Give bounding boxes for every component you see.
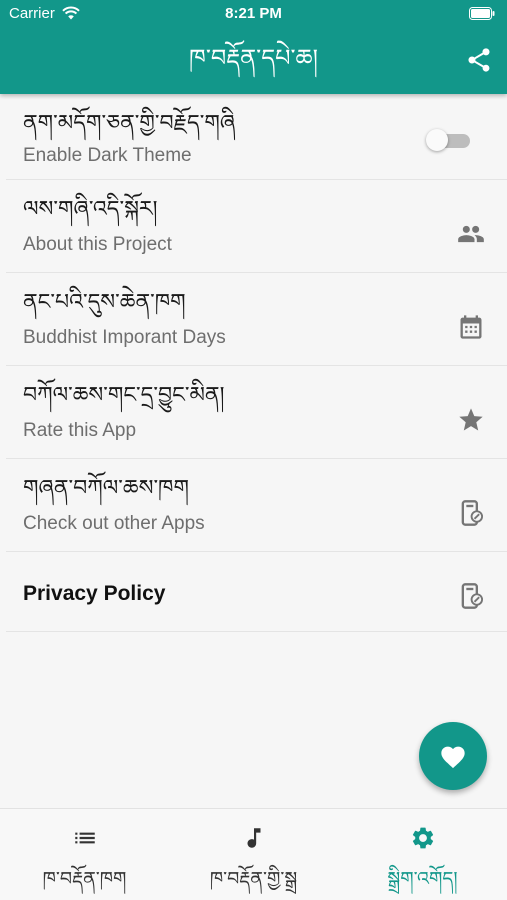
rate-app-row[interactable]: བཀོལ་ཆས་གང་དྲ་བྱུང་མིན། Rate this App <box>6 366 507 459</box>
about-project-row[interactable]: ལས་གཞི་འདི་སྐོར། About this Project <box>6 180 507 273</box>
battery-icon <box>469 7 495 20</box>
status-bar: Carrier 8:21 PM <box>0 0 507 30</box>
nav-tab-list-label: ཁ་བརྡོན་ཁག <box>42 868 127 890</box>
nav-tab-audio-label: ཁ་བརྡོན་གྱི་སྒྲ <box>209 868 298 890</box>
dark-theme-title: ནག་མདོག་ཅན་གྱི་བརྗོད་གཞི <box>23 111 236 136</box>
star-icon <box>459 408 483 431</box>
heart-icon <box>441 746 465 769</box>
buddhist-days-title: ནང་པའི་དུས་ཆེན་ཁག <box>23 290 186 315</box>
nav-tab-settings[interactable]: སྒྲིག་འགོད། <box>338 809 507 900</box>
dark-theme-row[interactable]: ནག་མདོག་ཅན་གྱི་བརྗོད་གཞི Enable Dark The… <box>6 94 507 180</box>
settings-gear-icon <box>412 827 434 849</box>
bottom-navigation: ཁ་བརྡོན་ཁག ཁ་བརྡོན་གྱི་སྒྲ སྒྲིག་འགོད། <box>0 808 507 900</box>
dark-theme-subtitle: Enable Dark Theme <box>23 145 192 166</box>
phone-link-icon <box>461 500 484 526</box>
other-apps-row[interactable]: གཞན་བཀོལ་ཆས་ཁག Check out other Apps <box>6 459 507 552</box>
about-project-subtitle: About this Project <box>23 234 172 255</box>
dark-theme-toggle[interactable] <box>426 129 470 151</box>
other-apps-title: གཞན་བཀོལ་ཆས་ཁག <box>23 476 189 501</box>
settings-list: ནག་མདོག་ཅན་གྱི་བརྗོད་གཞི Enable Dark The… <box>0 94 507 632</box>
favorite-fab-button[interactable] <box>419 722 487 790</box>
nav-tab-list[interactable]: ཁ་བརྡོན་ཁག <box>0 809 169 900</box>
list-icon <box>75 832 95 844</box>
rate-app-subtitle: Rate this App <box>23 420 137 441</box>
page-title: ཁ་བརྡོན་དཔེ་ཆ། <box>189 44 318 72</box>
buddhist-days-subtitle: Buddhist Imporant Days <box>23 327 226 348</box>
other-apps-subtitle: Check out other Apps <box>23 513 205 534</box>
status-time: 8:21 PM <box>225 5 282 22</box>
calendar-icon <box>460 315 482 339</box>
nav-tab-settings-label: སྒྲིག་འགོད། <box>387 868 458 890</box>
people-icon <box>458 225 484 243</box>
rate-app-title: བཀོལ་ཆས་གང་དྲ་བྱུང་མིན། <box>23 383 225 408</box>
privacy-policy-row[interactable]: Privacy Policy <box>6 552 507 632</box>
about-project-title: ལས་གཞི་འདི་སྐོར། <box>23 197 158 222</box>
privacy-policy-label: Privacy Policy <box>23 582 166 605</box>
buddhist-days-row[interactable]: ནང་པའི་དུས་ཆེན་ཁག Buddhist Imporant Days <box>6 273 507 366</box>
toggle-knob <box>426 129 448 151</box>
app-header: Carrier 8:21 PM ཁ་བརྡོན་དཔེ་ཆ། <box>0 0 507 94</box>
phone-link-icon <box>461 583 484 609</box>
share-icon[interactable] <box>465 46 493 74</box>
nav-tab-audio[interactable]: ཁ་བརྡོན་གྱི་སྒྲ <box>169 809 338 900</box>
music-note-icon <box>247 828 261 848</box>
